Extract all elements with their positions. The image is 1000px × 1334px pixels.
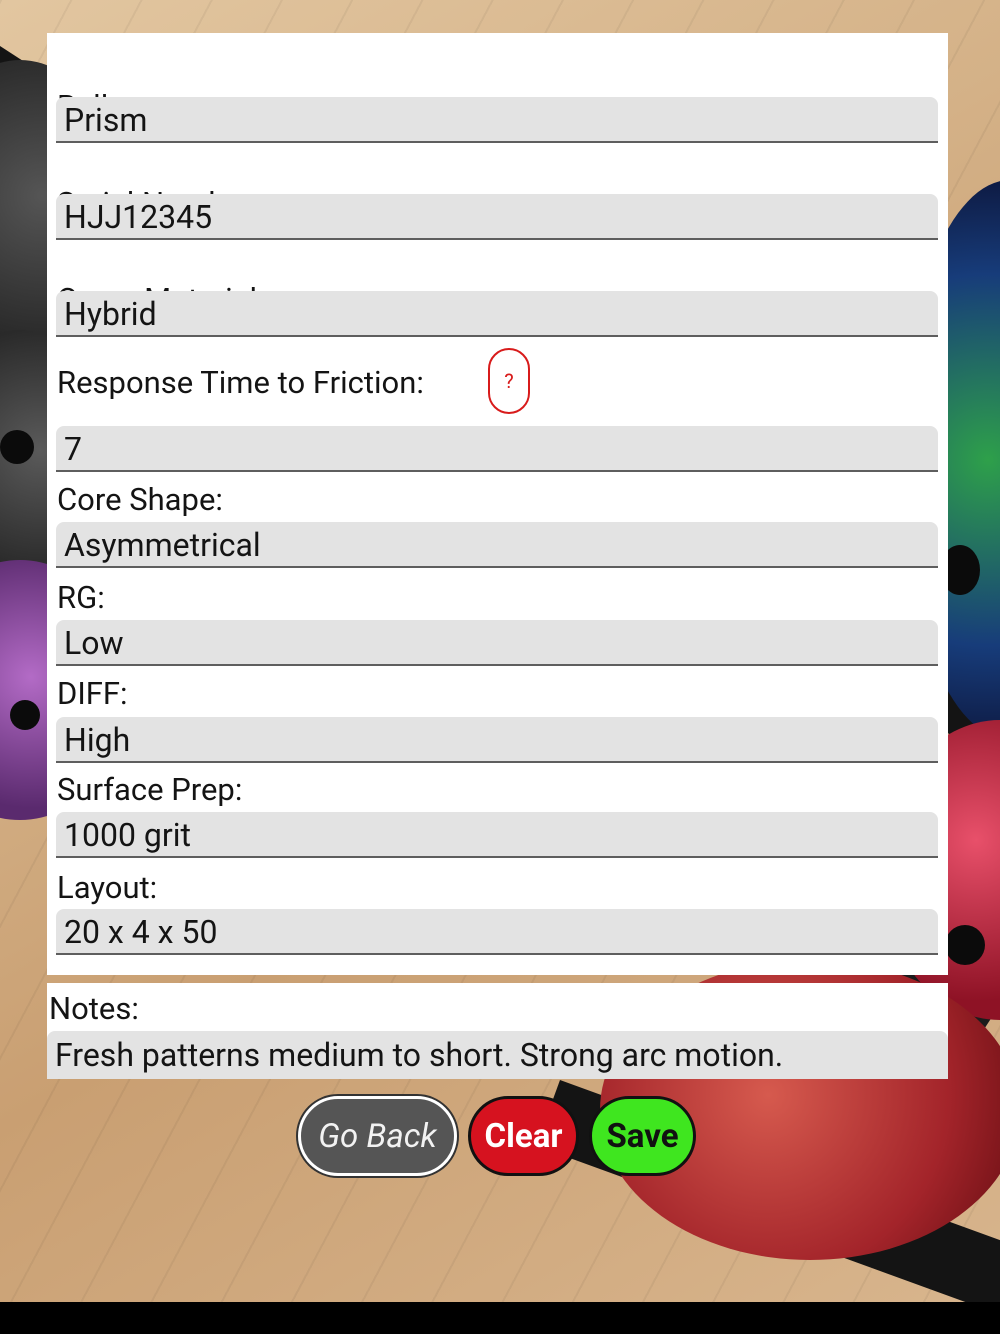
- notes-input[interactable]: Fresh patterns medium to short. Strong a…: [47, 1031, 948, 1079]
- core-shape-input[interactable]: Asymmetrical: [56, 522, 938, 568]
- layout-label: Layout:: [57, 869, 158, 906]
- surface-prep-input[interactable]: 1000 grit: [56, 812, 938, 858]
- diff-input[interactable]: High: [56, 717, 938, 763]
- rg-label: RG:: [57, 579, 105, 616]
- surface-prep-label: Surface Prep:: [57, 771, 243, 808]
- notes-label: Notes:: [49, 990, 139, 1027]
- response-time-input[interactable]: 7: [56, 426, 938, 472]
- diff-label: DIFF:: [57, 675, 128, 712]
- response-time-label: Response Time to Friction:: [57, 364, 424, 401]
- notes-section: Notes: Fresh patterns medium to short. S…: [47, 983, 948, 1079]
- serial-number-input[interactable]: HJJ12345: [56, 194, 938, 240]
- layout-input[interactable]: 20 x 4 x 50: [56, 909, 938, 955]
- clear-button[interactable]: Clear: [468, 1096, 579, 1176]
- save-button[interactable]: Save: [589, 1096, 696, 1176]
- system-navigation-bar: [0, 1302, 1000, 1334]
- finger-hole: [0, 430, 34, 464]
- finger-hole: [945, 925, 985, 965]
- help-button[interactable]: ?: [488, 348, 530, 414]
- core-shape-label: Core Shape:: [57, 481, 223, 518]
- ball-input[interactable]: Prism: [56, 97, 938, 143]
- rg-input[interactable]: Low: [56, 620, 938, 666]
- go-back-button[interactable]: Go Back: [298, 1096, 457, 1176]
- cover-material-input[interactable]: Hybrid: [56, 291, 938, 337]
- finger-hole: [10, 700, 40, 730]
- ball-details-form: Ball: Prism Serial Number: HJJ12345 Cove…: [47, 33, 948, 975]
